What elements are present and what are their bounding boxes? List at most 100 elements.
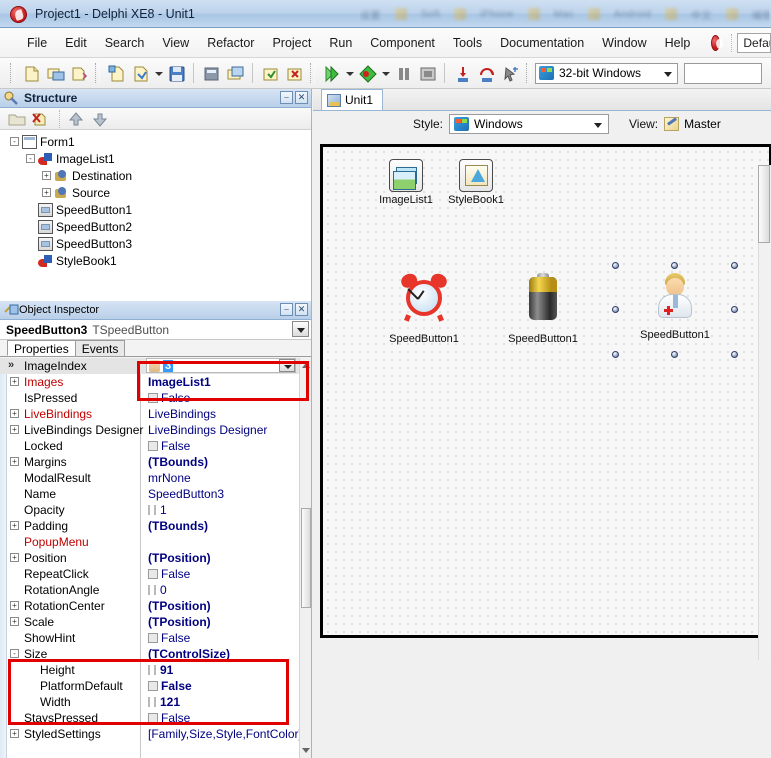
tree-node-stylebook1[interactable]: StyleBook1 (0, 252, 311, 269)
run-to-cursor-icon[interactable] (499, 62, 521, 84)
object-selector-combo[interactable]: SpeedButton3 TSpeedButton (0, 320, 311, 340)
open-folder-icon[interactable] (44, 62, 66, 84)
property-row-images[interactable]: + Images ImageList1 (0, 374, 311, 390)
property-value[interactable]: False (148, 391, 190, 405)
run-green-arrow-icon[interactable] (320, 62, 342, 84)
checkbox-icon[interactable] (148, 681, 158, 691)
property-value[interactable]: (TPosition) (148, 551, 211, 565)
property-row-padding[interactable]: + Padding (TBounds) (0, 518, 311, 534)
save-disk-icon[interactable] (165, 62, 187, 84)
property-value[interactable]: [Family,Size,Style,FontColor] (148, 727, 302, 741)
style-combo[interactable]: Windows (449, 114, 610, 134)
expand-icon[interactable]: + (42, 171, 51, 180)
pin-icon[interactable]: ⎯ (280, 303, 293, 316)
tab-unit1[interactable]: Unit1 (321, 89, 384, 110)
selection-handle-sw[interactable] (612, 351, 619, 358)
property-row-popupmenu[interactable]: PopupMenu (0, 534, 311, 550)
save-dropdown-arrow-icon[interactable] (152, 62, 164, 84)
property-value[interactable]: SpeedButton3 (148, 487, 224, 501)
collapse-icon[interactable]: - (10, 649, 19, 658)
property-row-livebindings-designer[interactable]: + LiveBindings Designer LiveBindings Desig… (0, 422, 311, 438)
tab-events[interactable]: Events (74, 340, 126, 356)
open-project-icon[interactable] (68, 62, 90, 84)
property-row-rotationcenter[interactable]: + RotationCenter (TPosition) (0, 598, 311, 614)
property-value[interactable]: LiveBindings (148, 407, 216, 421)
checkbox-icon[interactable] (148, 713, 158, 723)
property-row-ispressed[interactable]: IsPressed False (0, 390, 311, 406)
selection-handle-w[interactable] (612, 306, 619, 313)
expand-icon[interactable]: + (10, 553, 19, 562)
expand-icon[interactable]: + (10, 601, 19, 610)
tree-node-form1[interactable]: - Form1 (0, 133, 311, 150)
view-selector[interactable]: Master (664, 117, 721, 131)
menu-item-component[interactable]: Component (361, 33, 444, 53)
property-row-width[interactable]: Width 121 (0, 694, 311, 710)
expand-icon[interactable]: + (10, 457, 19, 466)
property-value[interactable]: False (148, 679, 192, 693)
selection-handle-e[interactable] (731, 306, 738, 313)
property-value[interactable]: False (148, 567, 190, 581)
menu-item-documentation[interactable]: Documentation (491, 33, 593, 53)
property-value[interactable]: (TBounds) (148, 519, 208, 533)
selection-handle-n[interactable] (671, 262, 678, 269)
secondary-combo[interactable] (684, 62, 762, 84)
welcome-page-icon[interactable] (711, 34, 721, 51)
menu-item-project[interactable]: Project (263, 33, 320, 53)
menu-item-help[interactable]: Help (656, 33, 700, 53)
property-value[interactable]: 1 (148, 503, 167, 517)
design-form[interactable]: ImageList1 StyleBook1 SpeedButton1 Speed… (320, 144, 771, 638)
checkbox-icon[interactable] (148, 569, 158, 579)
expand-icon[interactable]: + (42, 188, 51, 197)
property-row-height[interactable]: Height 91 (0, 662, 311, 678)
imageindex-editor[interactable]: 3 (146, 358, 296, 373)
designer-vertical-scrollbar[interactable] (758, 165, 771, 660)
property-list[interactable]: » ImageIndex 3 + Images ImageList1 IsPressed Fa… (0, 358, 311, 758)
layout-combo[interactable]: Default L (737, 32, 771, 53)
menu-item-window[interactable]: Window (593, 33, 655, 53)
component-imagelist1[interactable]: ImageList1 (367, 159, 445, 206)
checkbox-icon[interactable] (148, 633, 158, 643)
menu-item-file[interactable]: File (18, 33, 56, 53)
checkbox-icon[interactable] (148, 393, 158, 403)
close-icon[interactable]: ✕ (295, 91, 308, 104)
property-value[interactable]: (TPosition) (148, 599, 211, 613)
expand-icon[interactable]: + (10, 409, 19, 418)
tree-node-speedbutton3[interactable]: SpeedButton3 (0, 235, 311, 252)
delete-item-icon[interactable] (30, 110, 52, 128)
trace-into-icon[interactable] (451, 62, 473, 84)
property-row-name[interactable]: Name SpeedButton3 (0, 486, 311, 502)
scrollbar-thumb[interactable] (301, 508, 311, 608)
menu-item-run[interactable]: Run (320, 33, 361, 53)
property-value[interactable]: ImageList1 (148, 375, 211, 389)
close-icon[interactable]: ✕ (295, 303, 308, 316)
property-row-imageindex[interactable]: » ImageIndex 3 (0, 358, 311, 374)
property-row-position[interactable]: + Position (TPosition) (0, 550, 311, 566)
tree-node-imagelist1[interactable]: - ImageList1 (0, 150, 311, 167)
property-value[interactable]: (TControlSize) (148, 647, 230, 661)
property-row-rotationangle[interactable]: RotationAngle 0 (0, 582, 311, 598)
property-value[interactable]: mrNone (148, 471, 191, 485)
property-value[interactable]: 121 (148, 695, 180, 709)
menu-item-refactor[interactable]: Refactor (198, 33, 263, 53)
property-row-showhint[interactable]: ShowHint False (0, 630, 311, 646)
property-value[interactable]: 91 (148, 663, 173, 677)
add-file-icon[interactable] (259, 62, 281, 84)
property-row-margins[interactable]: + Margins (TBounds) (0, 454, 311, 470)
expand-icon[interactable]: + (10, 617, 19, 626)
open-project-unit-icon[interactable] (224, 62, 246, 84)
property-value[interactable]: False (148, 631, 190, 645)
save-as-icon[interactable] (129, 62, 151, 84)
selection-handle-nw[interactable] (612, 262, 619, 269)
checkbox-icon[interactable] (148, 441, 158, 451)
numeric-spinner-icon[interactable] (148, 505, 156, 515)
menu-item-edit[interactable]: Edit (56, 33, 96, 53)
property-row-repeatclick[interactable]: RepeatClick False (0, 566, 311, 582)
numeric-spinner-icon[interactable] (148, 585, 156, 595)
property-row-locked[interactable]: Locked False (0, 438, 311, 454)
property-row-modalresult[interactable]: ModalResult mrNone (0, 470, 311, 486)
property-value[interactable]: False (148, 711, 190, 725)
platform-combo[interactable]: 32-bit Windows (535, 62, 678, 84)
property-row-size[interactable]: - Size (TControlSize) (0, 646, 311, 662)
component-speedbutton3[interactable]: SpeedButton1 (615, 265, 735, 355)
tree-node-speedbutton1[interactable]: SpeedButton1 (0, 201, 311, 218)
